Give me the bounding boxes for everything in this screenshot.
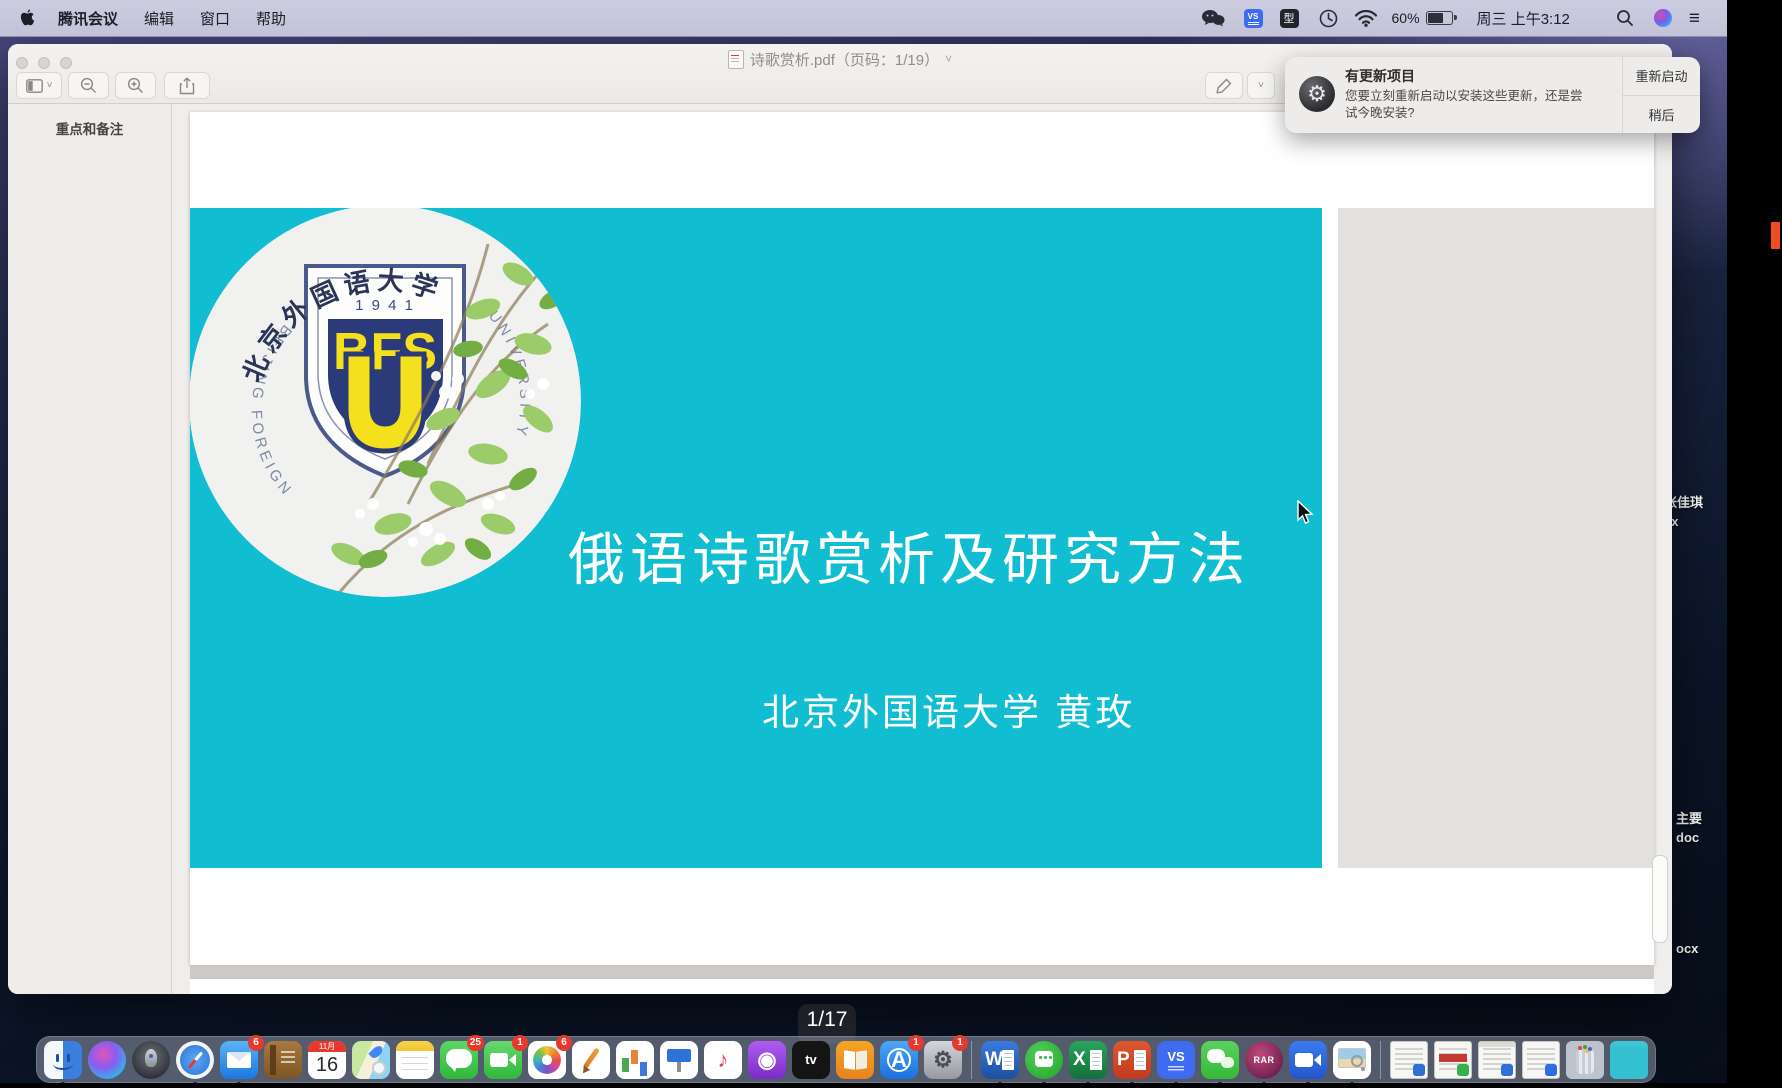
tencent-meeting-icon[interactable] [1287, 1039, 1329, 1081]
calendar-icon[interactable]: 11月16 [306, 1039, 348, 1081]
word-icon[interactable]: W [979, 1039, 1021, 1081]
contacts-icon[interactable] [262, 1039, 304, 1081]
finder-icon[interactable] [42, 1039, 84, 1081]
video-black-bar-bottom [0, 1083, 1782, 1088]
restart-button[interactable]: 重新启动 [1623, 57, 1700, 95]
update-notification: ⚙ 有更新项目 您要立刻重新启动以安装这些更新，还是尝 试今晚安装? 重新启动 … [1285, 57, 1700, 133]
excel-icon[interactable]: X [1067, 1039, 1109, 1081]
safari-icon[interactable] [174, 1039, 216, 1081]
trash-icon[interactable] [1564, 1039, 1606, 1081]
pdf-content-area[interactable]: 1 9 4 1 BFS BEIJING FOREIGN UNIVERSITY 北… [172, 104, 1672, 994]
minimized-window-3-icon[interactable] [1476, 1039, 1518, 1081]
menu-bar: 腾讯会议 编辑 窗口 帮助 VS 型 [0, 0, 1727, 37]
window-title: 诗歌赏析.pdf（页码：1/19） [750, 49, 939, 70]
edge-orange-marker [1771, 222, 1780, 249]
pdf-doc-icon [728, 50, 744, 69]
music-icon[interactable]: ♪ [702, 1039, 744, 1081]
green-chat-app-icon[interactable] [1023, 1039, 1065, 1081]
siri-icon[interactable] [86, 1039, 128, 1081]
messages-icon[interactable]: 25 [438, 1039, 480, 1081]
siri-icon[interactable] [1654, 9, 1672, 27]
dock-divider [971, 1041, 972, 1079]
powerpoint-icon[interactable]: P [1111, 1039, 1153, 1081]
later-button[interactable]: 稍后 [1623, 95, 1700, 134]
desktop-file-label[interactable]: ocx [1676, 940, 1698, 959]
notification-title: 有更新项目 [1345, 66, 1622, 86]
apple-logo-icon [20, 9, 35, 27]
pdf-page-2-edge [190, 979, 1654, 994]
search-icon[interactable] [1616, 9, 1634, 27]
launchpad-icon[interactable] [130, 1039, 172, 1081]
sidebar-toggle-button[interactable]: ˅ [16, 72, 62, 99]
battery-icon [1426, 11, 1453, 25]
markup-button[interactable] [1205, 72, 1243, 99]
video-black-bar-right [1727, 0, 1782, 1088]
bfsu-logo-image: 1 9 4 1 BFS BEIJING FOREIGN UNIVERSITY 北… [190, 208, 582, 598]
photos-icon[interactable]: 6 [526, 1039, 568, 1081]
preview-icon[interactable] [1331, 1039, 1373, 1081]
minimized-window-2-icon[interactable] [1432, 1039, 1474, 1081]
voov-app-icon[interactable]: VS [1155, 1039, 1197, 1081]
rar-archiver-icon[interactable]: RAR [1243, 1039, 1285, 1081]
preview-window: 诗歌赏析.pdf（页码：1/19） ˅ ˅ ˅ 重点和备注 [8, 44, 1672, 994]
input-method-icon[interactable]: 型 [1280, 9, 1299, 28]
share-button[interactable] [164, 72, 210, 99]
time-machine-icon[interactable] [1319, 9, 1338, 28]
pdf-page-1[interactable]: 1 9 4 1 BFS BEIJING FOREIGN UNIVERSITY 北… [190, 112, 1654, 965]
maps-icon[interactable] [350, 1039, 392, 1081]
dock-divider [1380, 1041, 1381, 1079]
menu-clock[interactable]: 周三 上午3:12 [1477, 8, 1570, 29]
notification-body: 您要立刻重新启动以安装这些更新，还是尝 试今晚安装? [1345, 88, 1622, 122]
dock: 611月162516♪◉tvA1⚙1WXPVSRAR [36, 1036, 1656, 1083]
battery-percent: 60% [1392, 10, 1420, 26]
sidebar-header: 重点和备注 [8, 118, 171, 138]
podcasts-icon[interactable]: ◉ [746, 1039, 788, 1081]
slide-title: 俄语诗歌赏析及研究方法 [568, 514, 1288, 596]
app-store-icon[interactable]: A1 [878, 1039, 920, 1081]
chevron-down-icon[interactable]: ˅ [945, 52, 952, 66]
slide-notes-panel [1338, 208, 1654, 868]
gear-icon: ⚙ [1299, 76, 1335, 112]
zoom-in-button[interactable] [115, 72, 156, 99]
desktop-file-label[interactable]: 主要doc [1676, 810, 1702, 848]
chevron-down-icon: ˅ [47, 80, 53, 91]
mouse-cursor [1297, 500, 1315, 526]
sidebar: 重点和备注 [8, 104, 172, 994]
pages-icon[interactable] [570, 1039, 612, 1081]
apple-tv-icon[interactable]: tv [790, 1039, 832, 1081]
wechat-status-icon[interactable] [1201, 9, 1225, 27]
numbers-icon[interactable] [614, 1039, 656, 1081]
menu-item-help[interactable]: 帮助 [243, 8, 299, 29]
chevron-down-icon: ˅ [1258, 80, 1264, 91]
apple-menu[interactable] [0, 9, 45, 27]
books-icon[interactable] [834, 1039, 876, 1081]
notification-center-icon[interactable]: ≡ [1689, 9, 1700, 28]
keynote-icon[interactable] [658, 1039, 700, 1081]
minimized-window-1-icon[interactable] [1388, 1039, 1430, 1081]
menu-item-edit[interactable]: 编辑 [131, 8, 187, 29]
slide-author: 北京外国语大学 黄玫 [762, 682, 1242, 736]
voov-status-icon[interactable]: VS [1244, 9, 1263, 28]
notes-icon[interactable] [394, 1039, 436, 1081]
page-gap [190, 965, 1654, 979]
wifi-icon[interactable] [1355, 10, 1377, 27]
facetime-icon[interactable]: 1 [482, 1039, 524, 1081]
slide-graphic: 1 9 4 1 BFS BEIJING FOREIGN UNIVERSITY 北… [190, 208, 1322, 868]
zoom-out-button[interactable] [68, 72, 109, 99]
wechat-icon[interactable] [1199, 1039, 1241, 1081]
menu-item-window[interactable]: 窗口 [187, 8, 243, 29]
svg-text:1 9 4 1: 1 9 4 1 [355, 297, 415, 314]
desktop-folder-icon[interactable] [1608, 1039, 1650, 1081]
vertical-scrollbar[interactable] [1652, 855, 1668, 943]
menu-item-app[interactable]: 腾讯会议 [45, 8, 131, 29]
system-preferences-icon[interactable]: ⚙1 [922, 1039, 964, 1081]
markup-dropdown-button[interactable]: ˅ [1247, 72, 1275, 99]
mail-icon[interactable]: 6 [218, 1039, 260, 1081]
minimized-window-4-icon[interactable] [1520, 1039, 1562, 1081]
